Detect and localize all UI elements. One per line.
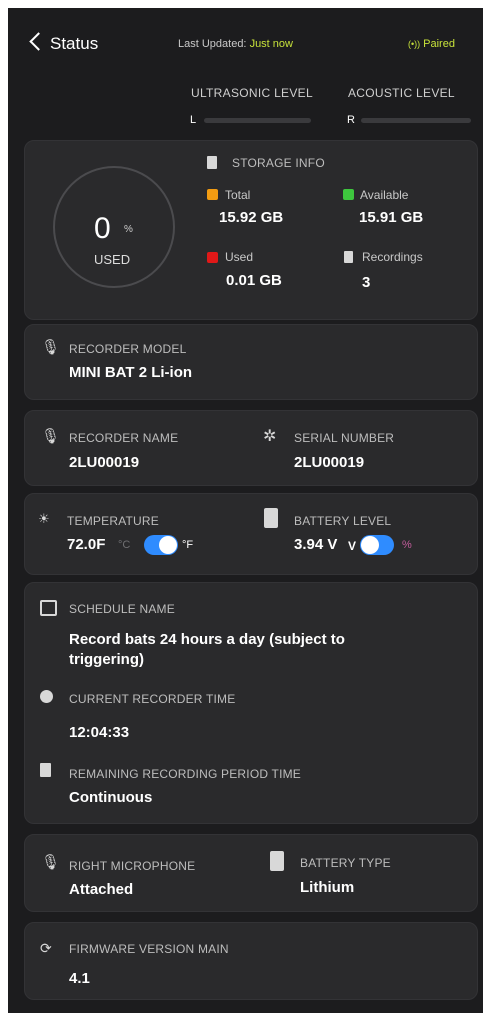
recorder-model-card — [24, 324, 478, 400]
current-time-label: CURRENT RECORDER TIME — [69, 692, 236, 706]
right-microphone-value: Attached — [69, 881, 134, 898]
available-value: 15.91 GB — [359, 209, 424, 226]
temperature-unit-toggle[interactable] — [144, 535, 178, 555]
ultrasonic-channel: L — [190, 114, 197, 126]
clock-icon — [40, 690, 53, 703]
calendar-icon — [40, 600, 57, 616]
remaining-period-value: Continuous — [69, 789, 153, 806]
available-label: Available — [360, 188, 409, 202]
toggle-knob — [361, 536, 379, 554]
last-updated-value: Just now — [249, 38, 293, 50]
ultrasonic-level-label: ULTRASONIC LEVEL — [191, 86, 313, 100]
acoustic-level-meter — [361, 118, 471, 123]
percent-unit: % — [402, 539, 412, 551]
recorder-name-label: RECORDER NAME — [69, 431, 179, 445]
used-caption: USED — [94, 252, 131, 267]
back-button[interactable]: Status — [50, 34, 98, 54]
sd-card-icon — [207, 156, 217, 169]
total-label: Total — [225, 188, 251, 202]
microphone-icon: 🎙 — [41, 428, 61, 445]
battery-level-label: BATTERY LEVEL — [294, 514, 392, 528]
battery-type-label: BATTERY TYPE — [300, 856, 391, 870]
percent-symbol: % — [124, 224, 133, 235]
battery-level-value: 3.94 V — [294, 536, 338, 553]
toggle-knob — [159, 536, 177, 554]
recorder-model-value: MINI BAT 2 Li-ion — [69, 364, 193, 381]
last-updated-label: Last Updated: — [178, 38, 247, 50]
recordings-value: 3 — [362, 274, 371, 291]
status-screen: Status Last Updated: Just now (•)) Paired… — [8, 8, 483, 1013]
battery-type-value: Lithium — [300, 879, 355, 896]
acoustic-level-label: ACOUSTIC LEVEL — [348, 86, 455, 100]
sun-icon: ☀ — [38, 511, 50, 526]
gear-icon: ✲ — [263, 428, 277, 445]
firmware-value: 4.1 — [69, 970, 90, 987]
volts-unit: V — [348, 539, 357, 553]
last-updated: Last Updated: Just now — [178, 38, 293, 50]
available-color-swatch — [343, 189, 354, 200]
acoustic-channel: R — [347, 114, 355, 126]
schedule-name-label: SCHEDULE NAME — [69, 602, 175, 616]
recorder-name-value: 2LU00019 — [69, 454, 140, 471]
signal-icon: (•)) — [408, 39, 421, 49]
paired-label: Paired — [423, 38, 455, 50]
battery-unit-toggle[interactable] — [360, 535, 394, 555]
recorder-name-card — [24, 410, 478, 486]
serial-number-label: SERIAL NUMBER — [294, 431, 395, 445]
fahrenheit-unit: °F — [182, 539, 194, 551]
battery-icon — [270, 851, 284, 871]
back-chevron-icon[interactable] — [29, 32, 48, 51]
serial-number-value: 2LU00019 — [294, 454, 365, 471]
battery-icon — [264, 508, 278, 528]
used-label: Used — [225, 250, 254, 264]
temperature-value: 72.0F — [67, 536, 106, 553]
temperature-battery-card — [24, 493, 478, 575]
recordings-label: Recordings — [362, 250, 423, 264]
storage-info-title: STORAGE INFO — [232, 156, 325, 170]
current-time-value: 12:04:33 — [69, 724, 130, 741]
celsius-unit: °C — [118, 539, 131, 551]
used-percent: 0 — [94, 212, 111, 245]
recorder-model-label: RECORDER MODEL — [69, 342, 187, 356]
microphone-card — [24, 834, 478, 912]
microphone-icon: 🎙 — [41, 854, 61, 871]
paired-status: (•)) Paired — [408, 38, 455, 50]
temperature-label: TEMPERATURE — [67, 514, 159, 528]
ultrasonic-level-meter — [204, 118, 311, 123]
right-microphone-label: RIGHT MICROPHONE — [69, 859, 196, 873]
used-value: 0.01 GB — [226, 272, 282, 289]
firmware-label: FIRMWARE VERSION MAIN — [69, 942, 229, 956]
timer-icon — [40, 763, 51, 777]
schedule-name-value: Record bats 24 hours a day (subject to t… — [69, 631, 345, 668]
total-value: 15.92 GB — [219, 209, 284, 226]
sync-icon: ⟳ — [40, 940, 52, 956]
firmware-card — [24, 922, 478, 1000]
storage-usage-ring — [53, 166, 175, 288]
used-color-swatch — [207, 252, 218, 263]
remaining-period-label: REMAINING RECORDING PERIOD TIME — [69, 767, 301, 781]
total-color-swatch — [207, 189, 218, 200]
recordings-icon — [344, 251, 353, 263]
microphone-icon: 🎙 — [41, 339, 61, 356]
